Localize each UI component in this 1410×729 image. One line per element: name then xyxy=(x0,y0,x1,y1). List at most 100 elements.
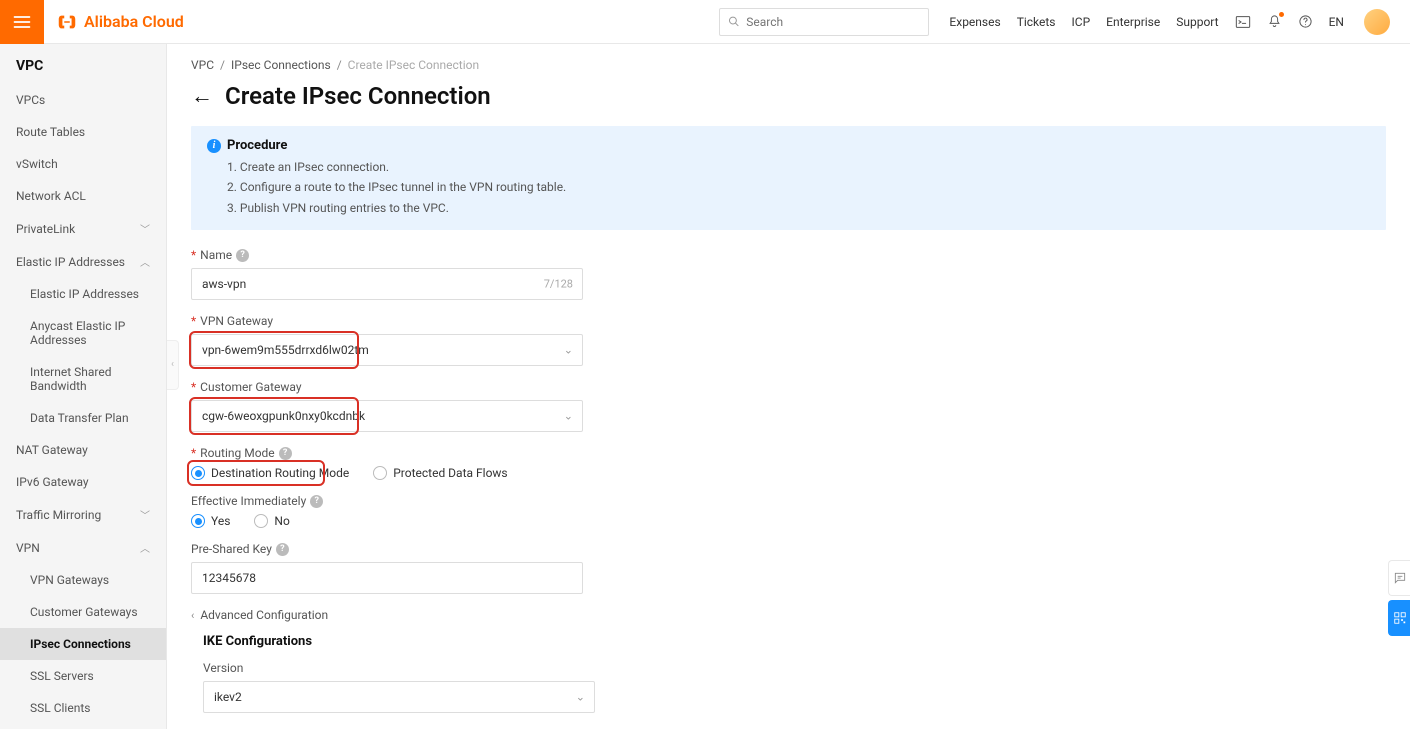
sidebar-item-internet-shared-bandwidth[interactable]: Internet Shared Bandwidth xyxy=(0,356,166,402)
sidebar-item-ssl-clients[interactable]: SSL Clients xyxy=(0,692,166,724)
sidebar-item-label: Elastic IP Addresses xyxy=(30,287,139,301)
sidebar-item-vpcs[interactable]: VPCs xyxy=(0,84,166,116)
sidebar-item-label: Customer Gateways xyxy=(30,605,138,619)
sidebar-item-customer-gateways[interactable]: Customer Gateways xyxy=(0,596,166,628)
sidebar-item-label: Data Transfer Plan xyxy=(30,411,129,425)
nav-tickets[interactable]: Tickets xyxy=(1017,15,1056,29)
help-icon[interactable]: ? xyxy=(236,249,249,262)
sidebar-item-label: Traffic Mirroring xyxy=(16,508,101,522)
sidebar-item-vpn-gateways[interactable]: VPN Gateways xyxy=(0,564,166,596)
routing-mode-label: Routing Mode xyxy=(200,446,275,460)
help-icon[interactable]: ? xyxy=(310,495,323,508)
effective-yes-radio[interactable]: Yes xyxy=(191,514,230,528)
ike-configurations-heading: IKE Configurations xyxy=(203,634,1386,649)
psk-input[interactable] xyxy=(191,562,583,594)
chevron-up-icon: ︿ xyxy=(140,540,150,555)
sidebar-item-label: vSwitch xyxy=(16,157,58,171)
customer-gateway-label: Customer Gateway xyxy=(200,380,301,394)
version-select[interactable]: ikev2 xyxy=(203,681,595,713)
search-input[interactable] xyxy=(746,15,920,29)
sidebar-item-vswitch[interactable]: vSwitch xyxy=(0,148,166,180)
menu-toggle-button[interactable] xyxy=(0,0,44,44)
procedure-step-1: 1. Create an IPsec connection. xyxy=(227,157,1370,177)
sidebar-item-label: IPv6 Gateway xyxy=(16,475,89,489)
nav-icp[interactable]: ICP xyxy=(1072,15,1091,29)
sidebar-item-nat-gateway[interactable]: NAT Gateway xyxy=(0,434,166,466)
sidebar-item-label: SSL Servers xyxy=(30,669,94,683)
chevron-down-icon: ﹀ xyxy=(140,221,150,236)
sidebar-item-label: PrivateLink xyxy=(16,222,75,236)
procedure-step-2: 2. Configure a route to the IPsec tunnel… xyxy=(227,177,1370,197)
effective-immediately-label: Effective Immediately xyxy=(191,494,306,508)
sidebar-item-network-acl[interactable]: Network ACL xyxy=(0,180,166,212)
header-nav: Expenses Tickets ICP Enterprise Support … xyxy=(949,9,1396,35)
sidebar-item-elastic-ip-addresses[interactable]: Elastic IP Addresses xyxy=(0,278,166,310)
avatar[interactable] xyxy=(1364,9,1390,35)
sidebar-item-label: Internet Shared Bandwidth xyxy=(30,365,150,393)
brand-name: Alibaba Cloud xyxy=(84,12,184,31)
sidebar-item-ipsec-connections[interactable]: IPsec Connections xyxy=(0,628,166,660)
radio-unchecked-icon xyxy=(254,514,268,528)
help-icon[interactable]: ? xyxy=(279,447,292,460)
sidebar-item-label: Network ACL xyxy=(16,189,86,203)
sidebar-item-vpn[interactable]: VPN︿ xyxy=(0,531,166,564)
procedure-info-box: i Procedure 1. Create an IPsec connectio… xyxy=(191,126,1386,230)
sidebar-item-label: Elastic IP Addresses xyxy=(16,255,125,269)
vpn-gateway-label: VPN Gateway xyxy=(200,314,273,328)
qr-icon xyxy=(1393,611,1407,625)
page-title: Create IPsec Connection xyxy=(225,82,491,110)
hamburger-icon xyxy=(12,12,32,32)
customer-gateway-select[interactable]: cgw-6weoxgpunk0nxy0kcdnbk xyxy=(191,400,583,432)
advanced-configuration-toggle[interactable]: ‹ Advanced Configuration xyxy=(191,608,1386,622)
main-content: VPC / IPsec Connections / Create IPsec C… xyxy=(167,44,1410,729)
chevron-down-icon: ﹀ xyxy=(140,507,150,522)
radio-checked-icon xyxy=(191,466,205,480)
sidebar-item-elastic-ip-addresses[interactable]: Elastic IP Addresses ︿ xyxy=(0,245,166,278)
help-icon[interactable]: ? xyxy=(276,543,289,556)
brand[interactable]: Alibaba Cloud xyxy=(56,11,184,33)
nav-enterprise[interactable]: Enterprise xyxy=(1106,15,1160,29)
sidebar-item-quota-management[interactable]: Quota Management﹀ xyxy=(0,724,166,729)
radio-checked-icon xyxy=(191,514,205,528)
breadcrumb-vpc[interactable]: VPC xyxy=(191,58,214,72)
back-arrow-icon[interactable]: ← xyxy=(191,83,213,109)
sidebar-heading: VPC xyxy=(0,44,166,84)
search-box[interactable] xyxy=(719,8,929,36)
sidebar-item-traffic-mirroring[interactable]: Traffic Mirroring ﹀ xyxy=(0,498,166,531)
top-header: Alibaba Cloud Expenses Tickets ICP Enter… xyxy=(0,0,1410,44)
sidebar-item-label: VPCs xyxy=(16,93,45,107)
sidebar-item-privatelink[interactable]: PrivateLink ﹀ xyxy=(0,212,166,245)
char-count: 7/128 xyxy=(544,278,573,291)
radio-unchecked-icon xyxy=(373,466,387,480)
sidebar-item-route-tables[interactable]: Route Tables xyxy=(0,116,166,148)
sidebar-item-anycast-elastic-ip-addresses[interactable]: Anycast Elastic IP Addresses xyxy=(0,310,166,356)
help-icon[interactable] xyxy=(1298,14,1313,29)
float-qr-button[interactable] xyxy=(1388,600,1410,636)
effective-no-radio[interactable]: No xyxy=(254,514,289,528)
sidebar-collapse-handle[interactable]: ‹ xyxy=(167,340,179,390)
breadcrumb-ipsec[interactable]: IPsec Connections xyxy=(231,58,331,72)
chevron-left-icon: ‹ xyxy=(191,609,194,622)
routing-mode-protected-radio[interactable]: Protected Data Flows xyxy=(373,466,507,480)
notification-dot xyxy=(1279,12,1284,17)
sidebar-item-data-transfer-plan[interactable]: Data Transfer Plan xyxy=(0,402,166,434)
shell-icon[interactable] xyxy=(1235,14,1251,30)
sidebar-item-ssl-servers[interactable]: SSL Servers xyxy=(0,660,166,692)
nav-language[interactable]: EN xyxy=(1329,15,1344,29)
procedure-step-3: 3. Publish VPN routing entries to the VP… xyxy=(227,198,1370,218)
psk-label: Pre-Shared Key xyxy=(191,542,272,556)
routing-mode-destination-radio[interactable]: Destination Routing Mode xyxy=(191,466,349,480)
nav-expenses[interactable]: Expenses xyxy=(949,15,1000,29)
search-icon xyxy=(728,15,740,28)
procedure-heading: Procedure xyxy=(227,138,287,153)
vpn-gateway-select[interactable]: vpn-6wem9m555drrxd6lw02tm xyxy=(191,334,583,366)
nav-support[interactable]: Support xyxy=(1176,15,1218,29)
version-label: Version xyxy=(203,661,243,675)
sidebar-item-ipv6-gateway[interactable]: IPv6 Gateway xyxy=(0,466,166,498)
chevron-up-icon: ︿ xyxy=(140,254,150,269)
breadcrumb: VPC / IPsec Connections / Create IPsec C… xyxy=(191,58,1386,72)
float-chat-button[interactable] xyxy=(1388,560,1410,596)
bell-icon[interactable] xyxy=(1267,14,1282,29)
sidebar-item-label: Route Tables xyxy=(16,125,85,139)
name-input[interactable] xyxy=(191,268,583,300)
